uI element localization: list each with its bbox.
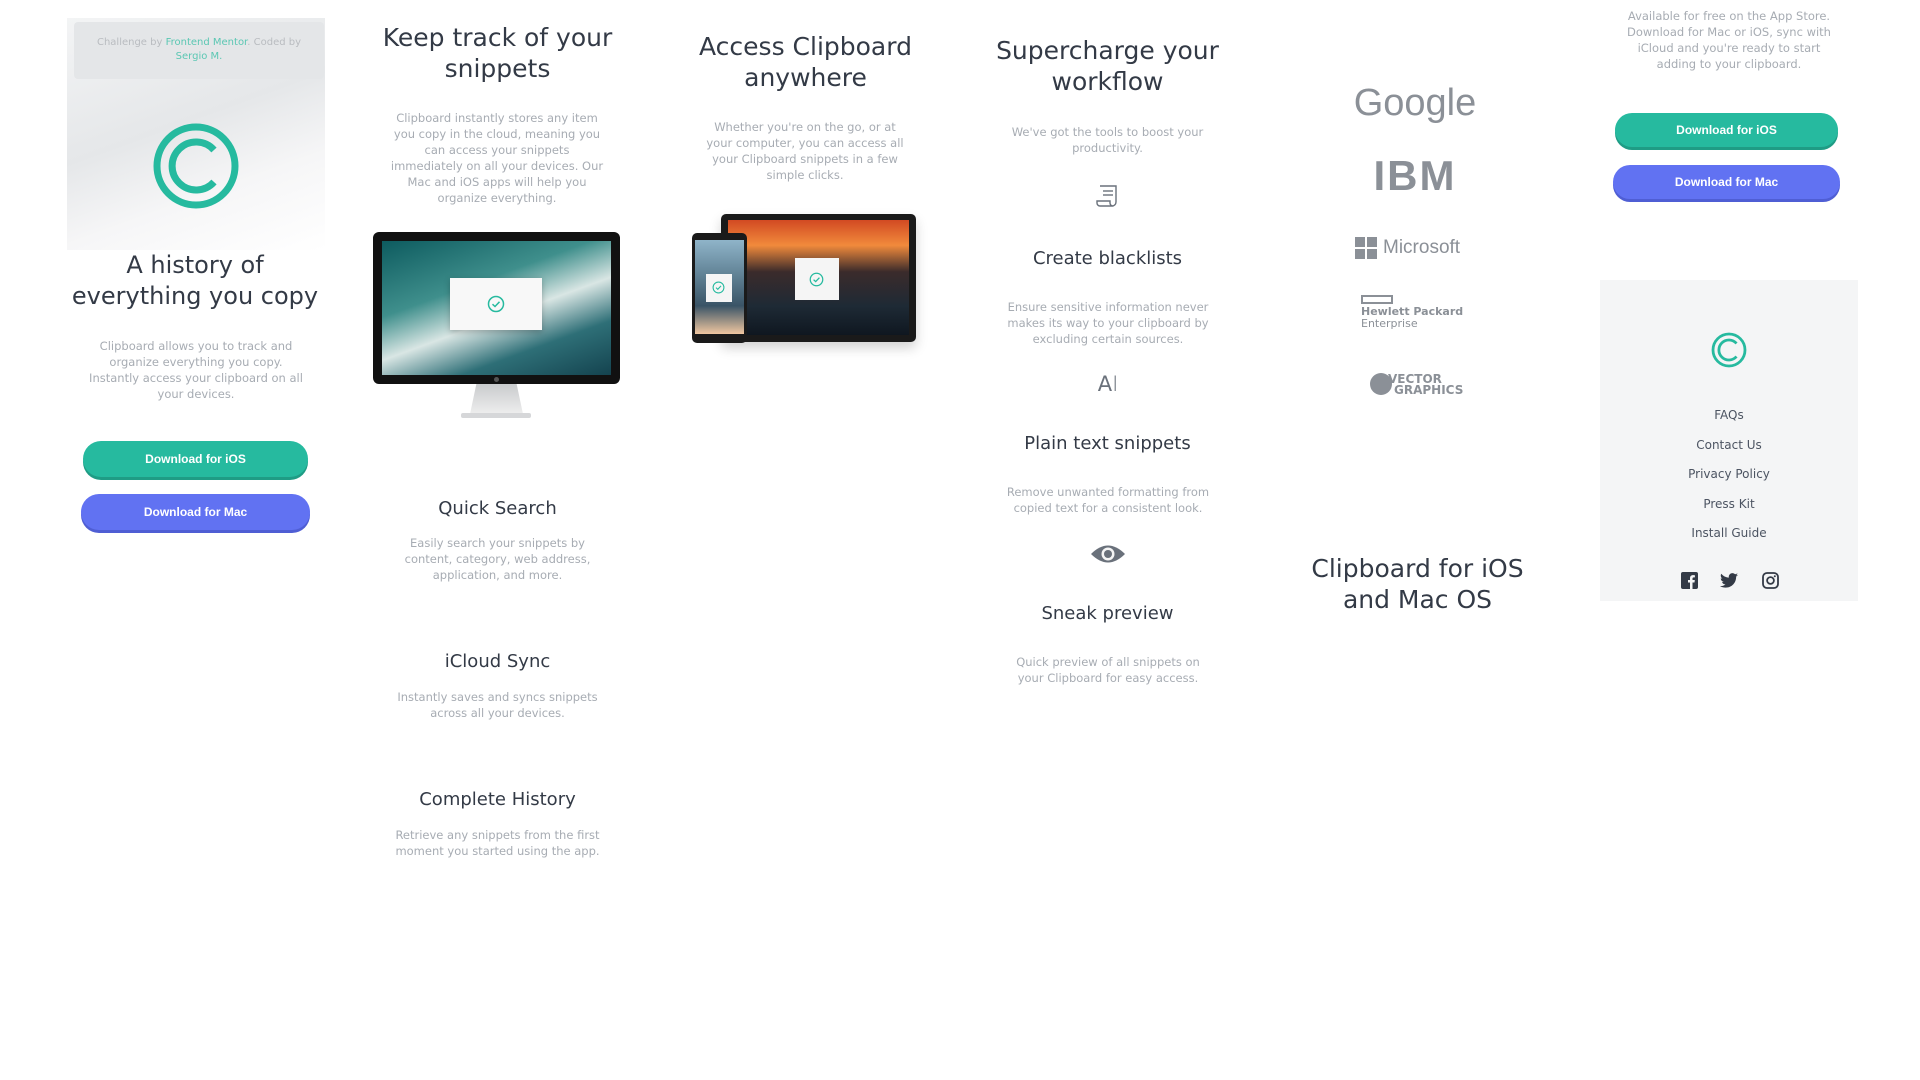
workflow-description: We've got the tools to boost your produc… xyxy=(1011,125,1204,155)
snippets-title: Keep track of your snippets xyxy=(382,23,613,83)
microsoft-logo-text: Microsoft xyxy=(1383,237,1461,258)
cta-title: Clipboard for iOS and Mac OS xyxy=(1311,554,1524,614)
blacklist-icon xyxy=(1096,185,1117,207)
clipboard-logo-icon xyxy=(153,123,239,209)
attribution-prefix: Challenge by xyxy=(96,37,166,48)
hero-download-ios-button[interactable]: Download for iOS xyxy=(83,441,308,477)
vector-graphics-logo: VECTOR GRAPHICS xyxy=(1370,370,1480,398)
create-blacklists-title: Create blacklists xyxy=(1032,248,1183,269)
icloud-sync-description: Instantly saves and syncs snippets acros… xyxy=(397,690,598,720)
sneak-preview-description: Quick preview of all snippets on your Cl… xyxy=(1016,655,1200,685)
access-description: Whether you're on the go, or at your com… xyxy=(706,120,904,182)
attribution-box: Challenge by Frontend Mentor. Coded by S… xyxy=(74,22,324,79)
devices-image xyxy=(692,214,920,354)
hpe-logo-line2: Enterprise xyxy=(1361,317,1418,330)
check-icon xyxy=(809,272,824,287)
complete-history-description: Retrieve any snippets from the first mom… xyxy=(395,828,600,858)
google-logo: Google xyxy=(1353,82,1477,124)
cta-download-mac-button[interactable]: Download for Mac xyxy=(1613,165,1840,199)
attribution-middle: . Coded by xyxy=(247,37,302,48)
quick-search-title: Quick Search xyxy=(438,498,557,519)
footer-link-press-kit[interactable]: Press Kit xyxy=(1600,494,1858,524)
icloud-sync-title: iCloud Sync xyxy=(444,651,551,672)
sneak-preview-title: Sneak preview xyxy=(1041,603,1174,624)
plain-text-snippets-title: Plain text snippets xyxy=(1024,433,1191,454)
ibm-logo: IBM xyxy=(1373,152,1457,199)
eye-icon xyxy=(1091,545,1125,563)
cta-download-ios-button[interactable]: Download for iOS xyxy=(1615,113,1838,147)
check-icon xyxy=(712,281,725,294)
complete-history-title: Complete History xyxy=(419,789,576,810)
windows-icon xyxy=(1355,237,1377,259)
footer: FAQs Contact Us Privacy Policy Press Kit… xyxy=(1600,280,1858,601)
footer-link-contact[interactable]: Contact Us xyxy=(1600,435,1858,465)
footer-link-privacy[interactable]: Privacy Policy xyxy=(1600,464,1858,494)
hero-download-mac-button[interactable]: Download for Mac xyxy=(81,494,310,530)
create-blacklists-description: Ensure sensitive information never makes… xyxy=(1007,300,1209,346)
desktop-monitor-image xyxy=(373,232,620,422)
hpe-logo: Hewlett Packard Enterprise xyxy=(1361,295,1481,335)
instagram-icon[interactable] xyxy=(1762,572,1779,589)
check-icon xyxy=(487,295,505,313)
hero-description: Clipboard allows you to track and organi… xyxy=(89,339,303,401)
footer-link-faqs[interactable]: FAQs xyxy=(1600,405,1858,435)
quick-search-description: Easily search your snippets by content, … xyxy=(404,536,591,582)
twitter-icon[interactable] xyxy=(1720,573,1738,588)
snippets-description: Clipboard instantly stores any item you … xyxy=(390,111,604,205)
workflow-title: Supercharge your workflow xyxy=(996,36,1219,96)
microsoft-logo: Microsoft xyxy=(1355,235,1485,261)
access-title: Access Clipboard anywhere xyxy=(699,32,912,92)
footer-link-install-guide[interactable]: Install Guide xyxy=(1600,523,1858,553)
plain-text-snippets-description: Remove unwanted formatting from copied t… xyxy=(1006,485,1210,515)
cta-text-clip: Available for free on the App Store. Dow… xyxy=(1610,0,1848,72)
cta-description: Available for free on the App Store. Dow… xyxy=(1627,9,1831,71)
vector-logo-line2: GRAPHICS xyxy=(1394,383,1464,397)
author-link[interactable]: Sergio M. xyxy=(176,51,223,62)
clipboard-logo-icon xyxy=(1711,332,1747,368)
facebook-icon[interactable] xyxy=(1681,572,1698,589)
frontend-mentor-link[interactable]: Frontend Mentor xyxy=(166,37,248,48)
hero-title: A history of everything you copy xyxy=(71,251,319,310)
text-icon: AI xyxy=(1097,372,1119,396)
footer-nav: FAQs Contact Us Privacy Policy Press Kit… xyxy=(1600,405,1858,553)
